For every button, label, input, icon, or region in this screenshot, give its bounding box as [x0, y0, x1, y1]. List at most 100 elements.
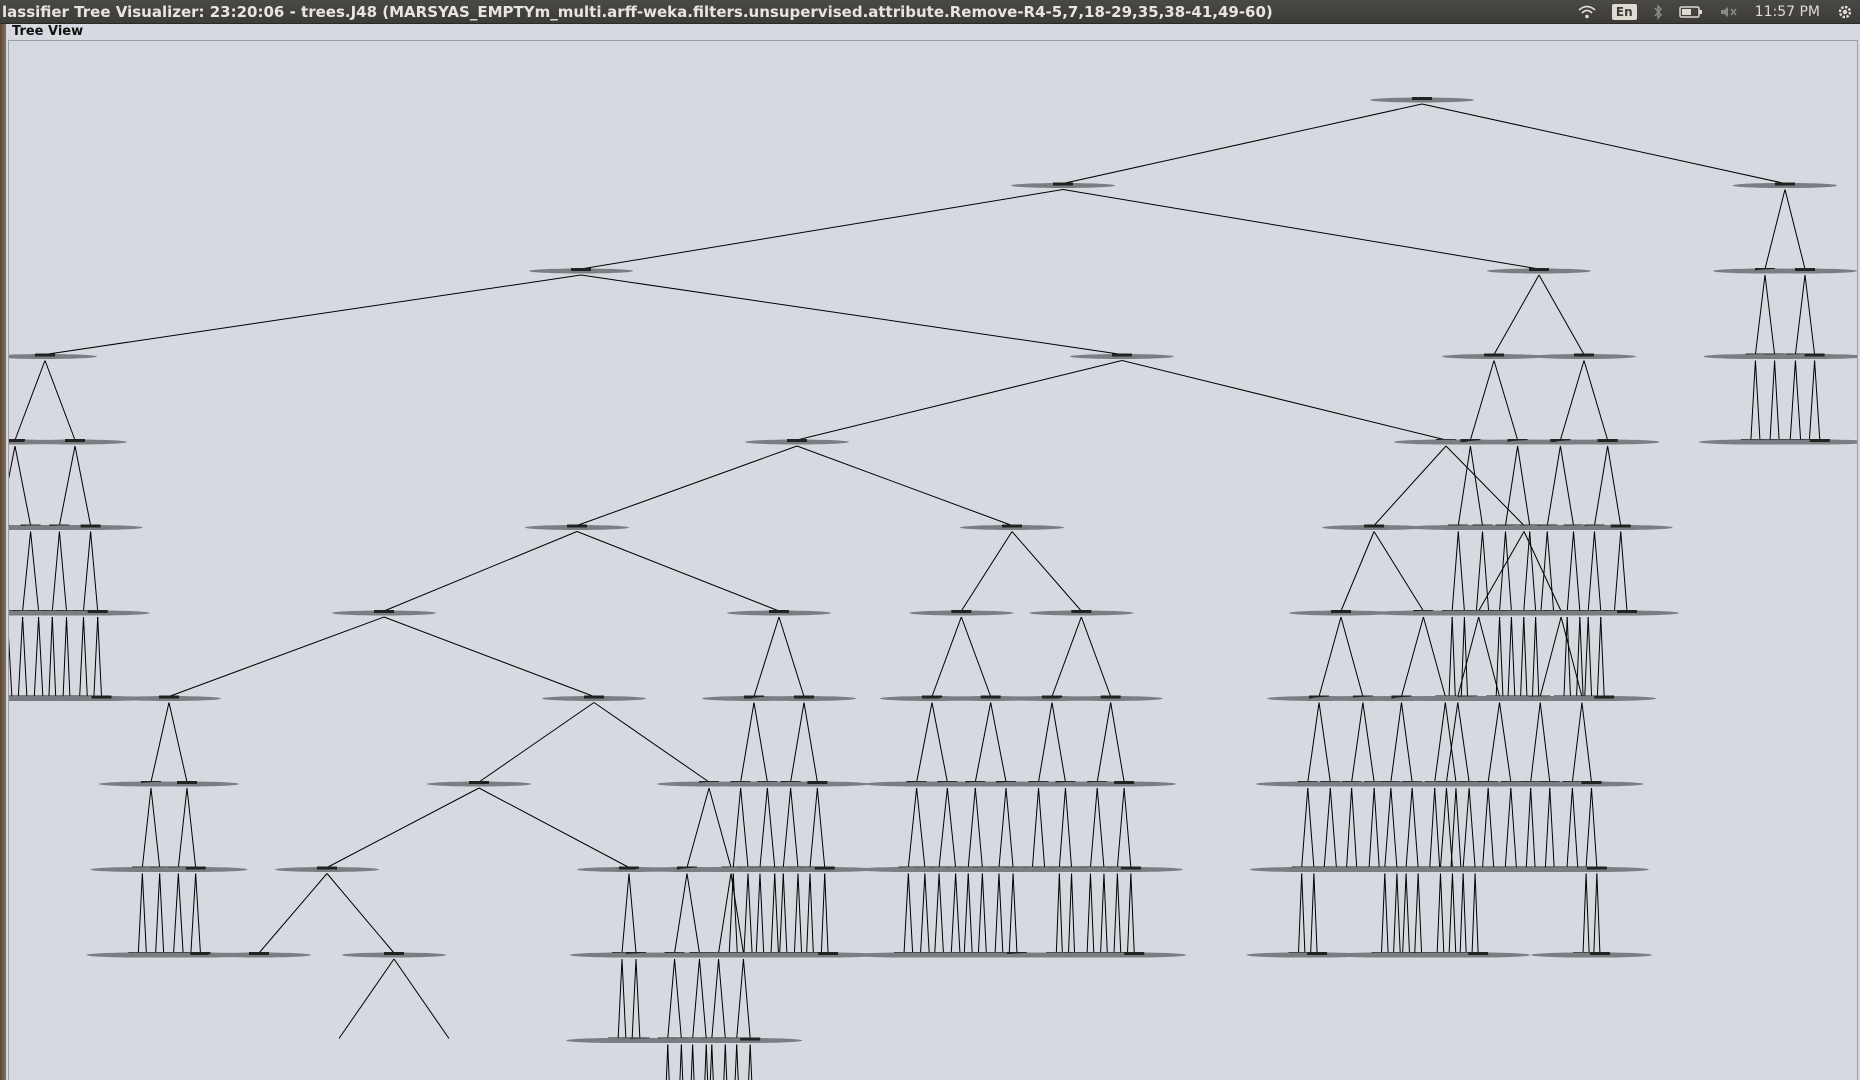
tree-node-label — [80, 524, 101, 528]
tree-edge — [803, 702, 818, 783]
tree-edge — [1340, 616, 1364, 697]
tree-edge — [1384, 787, 1392, 868]
tree-edge — [931, 702, 948, 783]
battery-icon[interactable] — [1678, 5, 1703, 19]
tree-edge — [1434, 787, 1441, 868]
tree-edge — [1008, 873, 1014, 954]
tree-edge — [51, 531, 60, 612]
bluetooth-icon[interactable] — [1653, 4, 1663, 20]
tree-edge — [950, 873, 957, 954]
tree-edge — [1064, 787, 1073, 868]
tree-edge — [1493, 274, 1540, 355]
clock[interactable]: 11:57 PM — [1755, 4, 1820, 20]
tree-edge — [1434, 702, 1446, 783]
tree-view-panel[interactable] — [8, 40, 1858, 1080]
tree-edge — [1596, 616, 1602, 697]
tree-node-label — [1364, 524, 1385, 528]
tree-edge — [141, 787, 152, 868]
tree-edge — [1012, 873, 1018, 954]
tree-edge — [1593, 445, 1609, 526]
tree-edge — [981, 873, 987, 954]
tree-edge — [1587, 616, 1593, 697]
tree-edge — [383, 616, 595, 697]
tree-edge — [797, 873, 803, 954]
tree-edge — [580, 189, 1064, 270]
tree-edge — [1469, 360, 1495, 441]
tree-edge — [1318, 616, 1342, 697]
keyboard-layout-indicator[interactable]: En — [1611, 4, 1637, 20]
tree-node-label — [814, 866, 835, 870]
tree-edge — [1769, 360, 1776, 441]
tree-edge — [58, 531, 68, 612]
tree-edge — [974, 702, 992, 783]
tree-edge — [1381, 873, 1386, 954]
tree-edge — [186, 787, 197, 868]
tree-edge — [1530, 787, 1536, 868]
tree-nodes — [9, 97, 1857, 1043]
tree-edge — [1539, 702, 1551, 783]
tree-node-label — [1053, 182, 1073, 186]
tree-edge — [14, 445, 32, 526]
tree-edge — [576, 445, 798, 526]
tree-edge — [809, 873, 814, 954]
tree-edge — [680, 1044, 684, 1080]
tree-edge — [1579, 616, 1584, 697]
tree-node-label — [1597, 439, 1618, 442]
tree-node-label — [769, 610, 789, 613]
tree-edge — [44, 360, 76, 441]
tree-edge — [667, 1044, 670, 1080]
tree-edge — [1103, 873, 1108, 954]
tree-edge — [155, 873, 161, 954]
tree-edge — [30, 531, 40, 612]
tree-edge — [1062, 103, 1423, 184]
tree-edge — [1510, 787, 1517, 868]
decision-tree-canvas[interactable] — [9, 41, 1858, 1080]
tree-edge — [576, 531, 780, 612]
tree-edge — [960, 531, 1013, 612]
tree-edge — [1390, 787, 1398, 868]
tree-edge — [1351, 787, 1358, 868]
tree-edge — [1384, 873, 1389, 954]
tree-edge — [1058, 787, 1066, 868]
wifi-icon[interactable] — [1578, 5, 1596, 19]
tree-edge — [1448, 873, 1453, 954]
tree-node-label — [9, 439, 25, 442]
tree-edge — [1596, 873, 1601, 954]
tree-edge — [1546, 531, 1555, 612]
tree-edge — [1307, 787, 1315, 868]
tree-edge — [137, 873, 143, 954]
tree-edge — [1593, 531, 1602, 612]
tree-node-label — [1610, 524, 1631, 528]
tree-edge — [946, 787, 957, 868]
tree-edge — [173, 873, 179, 954]
tree-edge — [1531, 616, 1537, 697]
tree-edge — [704, 1044, 707, 1080]
tree-edge — [66, 616, 71, 697]
tree-edge — [1487, 702, 1500, 783]
tree-edge — [1301, 873, 1306, 954]
tree-edge — [33, 616, 40, 697]
tree-edge — [1523, 616, 1528, 697]
tree-edge — [740, 702, 755, 783]
tree-edge — [1411, 787, 1419, 868]
tree-node-label — [317, 866, 337, 870]
tree-node-label — [1589, 952, 1610, 955]
tree-edge — [1540, 531, 1548, 612]
tree-edge — [759, 787, 768, 868]
tree-edge — [1422, 616, 1446, 697]
tree-edge — [1539, 616, 1562, 697]
tree-node-label — [951, 610, 972, 613]
volume-muted-icon[interactable] — [1719, 5, 1739, 19]
tree-edge — [998, 873, 1004, 954]
tree-node-label — [1617, 610, 1638, 613]
tree-edge — [1581, 702, 1592, 783]
tree-edge — [990, 702, 1007, 783]
tree-edge — [736, 1044, 739, 1080]
settings-gear-icon[interactable] — [1836, 3, 1854, 21]
tree-edge — [1546, 445, 1561, 526]
tree-edge — [1573, 531, 1581, 612]
tree-edge — [790, 702, 805, 783]
tree-edge — [907, 787, 918, 868]
tree-node-label — [571, 268, 591, 271]
tree-edge — [749, 1044, 753, 1080]
